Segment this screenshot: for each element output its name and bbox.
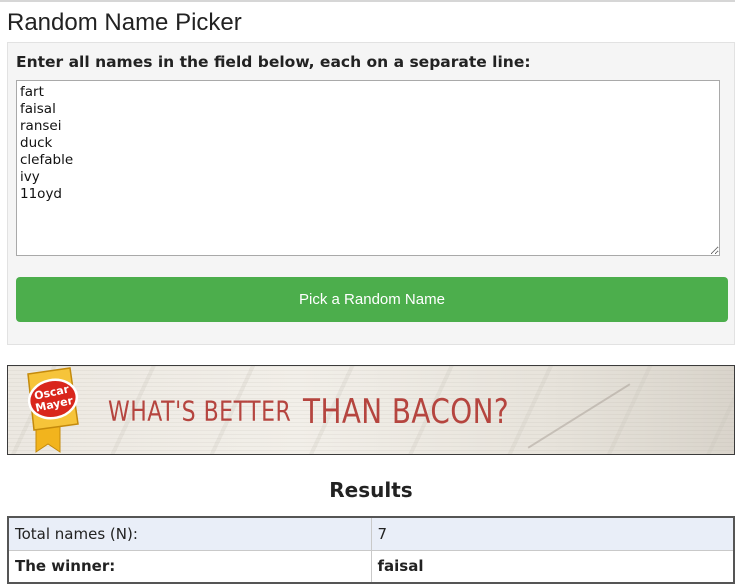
table-row-winner: The winner: faisal	[7, 549, 735, 584]
top-divider	[0, 0, 735, 2]
winner-label: The winner:	[7, 549, 372, 584]
name-entry-panel: Enter all names in the field below, each…	[7, 42, 735, 345]
winner-value: faisal	[370, 549, 735, 584]
total-names-value: 7	[370, 516, 735, 551]
ad-headline: WHAT'S BETTER THAN BACON?	[108, 392, 555, 432]
names-textarea[interactable]	[16, 80, 720, 256]
oscar-mayer-logo: Oscar Mayer	[27, 367, 79, 453]
ad-banner[interactable]: Oscar Mayer WHAT'S BETTER THAN BACON?	[7, 365, 735, 455]
page-title: Random Name Picker	[7, 9, 242, 36]
ad-headline-big: THAN BACON?	[303, 392, 510, 432]
results-table: Total names (N): 7 The winner: faisal	[7, 516, 735, 584]
pick-random-name-button[interactable]: Pick a Random Name	[16, 277, 728, 322]
names-prompt-label: Enter all names in the field below, each…	[16, 53, 531, 71]
ad-headline-small: WHAT'S BETTER	[108, 396, 292, 428]
total-names-label: Total names (N):	[7, 516, 372, 551]
results-heading: Results	[329, 478, 413, 502]
table-row-total: Total names (N): 7	[7, 516, 735, 551]
